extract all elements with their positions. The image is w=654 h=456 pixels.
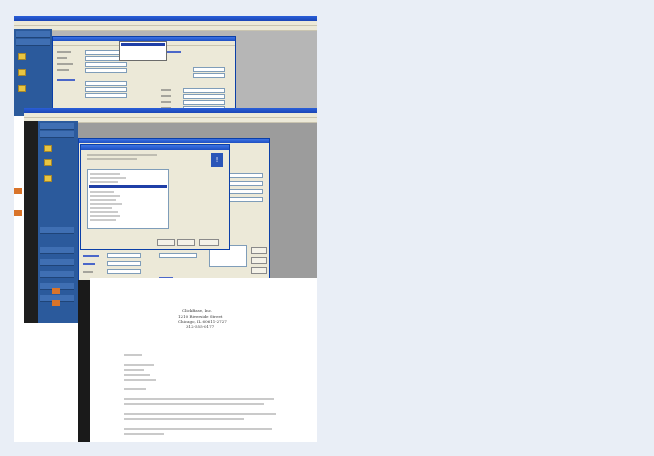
folder-icon[interactable] [44, 159, 52, 166]
orange-tab[interactable] [52, 288, 60, 294]
dropdown-menu[interactable] [119, 41, 167, 61]
dialog-instruction-text [87, 158, 137, 160]
list-item[interactable] [90, 173, 120, 175]
recipient-line [124, 379, 156, 381]
field-label [57, 69, 69, 71]
text-field[interactable] [229, 189, 263, 194]
template-list[interactable] [87, 169, 169, 229]
text-field[interactable] [85, 81, 127, 86]
body-line [124, 418, 244, 420]
orange-tab[interactable] [52, 300, 60, 306]
field-label [83, 271, 93, 273]
list-item-selected[interactable] [89, 185, 167, 188]
contact-form-window [52, 36, 236, 118]
action-button[interactable] [251, 257, 267, 264]
dialog-button[interactable] [199, 239, 219, 246]
section-label [57, 79, 75, 81]
letter-company-name: ClickBase, Inc. [182, 308, 213, 313]
dialog-title-bar [81, 145, 229, 150]
dialog-instruction-text [87, 154, 157, 156]
body-line [124, 398, 274, 400]
list-item[interactable] [90, 211, 118, 213]
text-field[interactable] [107, 261, 141, 266]
folder-icon[interactable] [44, 175, 52, 182]
body-line [124, 403, 264, 405]
list-item[interactable] [90, 215, 120, 217]
list-item[interactable] [90, 191, 114, 193]
orange-tab[interactable] [14, 188, 22, 194]
text-field[interactable] [107, 253, 141, 258]
nav-item[interactable] [40, 131, 74, 138]
text-field[interactable] [193, 67, 225, 72]
recipient-line [124, 364, 154, 366]
recipient-line [124, 374, 150, 376]
nav-item[interactable] [40, 271, 74, 278]
dialog-button[interactable] [157, 239, 175, 246]
text-field[interactable] [159, 253, 197, 258]
nav-item[interactable] [40, 259, 74, 266]
list-item[interactable] [90, 207, 112, 209]
section-label [83, 263, 95, 265]
field-label [57, 51, 71, 53]
text-field[interactable] [183, 88, 225, 93]
text-field[interactable] [229, 197, 263, 202]
text-field[interactable] [85, 68, 127, 73]
nav-item[interactable] [40, 123, 74, 130]
folder-icon[interactable] [44, 145, 52, 152]
nav-item[interactable] [40, 227, 74, 234]
list-item[interactable] [90, 219, 116, 221]
folder-icon[interactable] [18, 85, 26, 92]
nav-item[interactable] [16, 31, 50, 38]
folder-icon[interactable] [18, 69, 26, 76]
body-line [124, 433, 164, 435]
action-button[interactable] [251, 267, 267, 274]
field-label [57, 57, 67, 59]
folder-icon[interactable] [18, 53, 26, 60]
dialog-button[interactable] [177, 239, 195, 246]
recipient-line [124, 369, 144, 371]
help-icon: ! [211, 153, 223, 167]
text-field[interactable] [85, 87, 127, 92]
letter-document: ClickBase, Inc. 1210 Riverside Street Ch… [90, 278, 317, 442]
orange-tab[interactable] [14, 210, 22, 216]
body-line [124, 413, 276, 415]
page: ! ClickBase, Inc. 1210 Riverside Street … [0, 0, 654, 456]
app-toolbar[interactable] [14, 26, 317, 31]
list-item[interactable] [90, 203, 122, 205]
dark-frame [24, 121, 38, 323]
list-item[interactable] [90, 181, 118, 183]
nav-item[interactable] [40, 247, 74, 254]
field-label [161, 101, 171, 103]
field-label [161, 95, 171, 97]
screenshot-collage: ! ClickBase, Inc. 1210 Riverside Street … [14, 16, 317, 442]
list-item[interactable] [90, 195, 120, 197]
list-item[interactable] [90, 177, 126, 179]
field-label [161, 89, 171, 91]
list-item[interactable] [90, 199, 116, 201]
text-field[interactable] [85, 62, 127, 67]
letter-shadow [78, 280, 90, 442]
dropdown-selected-item[interactable] [121, 43, 165, 46]
body-line [124, 428, 272, 430]
text-field[interactable] [85, 93, 127, 98]
action-button[interactable] [251, 247, 267, 254]
text-field[interactable] [183, 100, 225, 105]
text-field[interactable] [229, 173, 263, 178]
text-field[interactable] [193, 73, 225, 78]
navigation-panel [14, 29, 52, 116]
section-label [83, 255, 99, 257]
select-dialog: ! [80, 144, 230, 250]
window-title-bar [79, 139, 269, 143]
nav-item[interactable] [16, 39, 50, 46]
background-app-window [14, 16, 317, 118]
salutation [124, 388, 146, 390]
letter-date [124, 354, 142, 356]
text-field[interactable] [183, 94, 225, 99]
text-field[interactable] [229, 181, 263, 186]
text-field[interactable] [107, 269, 141, 274]
field-label [57, 63, 73, 65]
letter-phone: 312-555-0177 [186, 324, 215, 329]
